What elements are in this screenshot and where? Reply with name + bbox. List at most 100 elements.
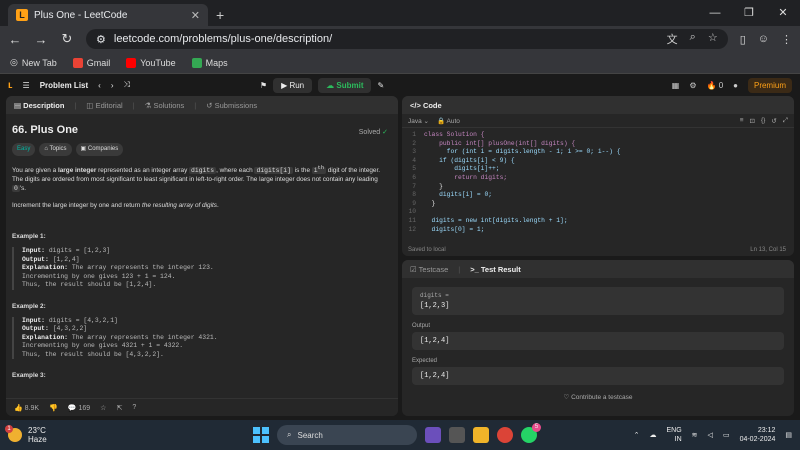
submit-button[interactable]: ☁ Submit <box>318 77 372 93</box>
value: Incrementing by one gives 4321 + 1 = 432… <box>22 342 184 350</box>
cloud-icon[interactable]: ☁ <box>650 431 657 439</box>
translate-icon[interactable]: 文 <box>667 31 678 47</box>
new-tab-icon[interactable]: + <box>216 4 224 26</box>
menu-kebab-icon[interactable]: ⋮ <box>781 33 792 46</box>
bookmark-gmail[interactable]: Gmail <box>72 57 110 68</box>
premium-button[interactable]: Premium <box>747 77 792 93</box>
value: [1,2,4] <box>48 255 80 263</box>
file-explorer-icon[interactable] <box>473 427 489 443</box>
run-button[interactable]: ▶ Run <box>273 77 313 93</box>
help-icon[interactable]: ? <box>132 404 136 411</box>
copilot-icon[interactable] <box>425 427 441 443</box>
code-line: 12 digits[0] = 1; <box>402 226 794 235</box>
back-icon[interactable]: ← <box>8 32 22 47</box>
leetcode-logo-icon[interactable]: ʟ <box>8 80 13 91</box>
label: Input: <box>22 247 46 255</box>
reset-icon[interactable]: ↺ <box>771 117 776 125</box>
tab-editorial[interactable]: ◫ Editorial <box>86 101 122 110</box>
contribute-testcase-link[interactable]: ♡ Contribute a testcase <box>412 393 784 401</box>
code-editor[interactable]: 1 class Solution { 2 public int[] plusOne… <box>402 128 794 234</box>
problem-chips: Easy ⌂ Topics ▣ Companies <box>12 143 392 156</box>
expected-value: [1,2,4] <box>412 367 784 385</box>
windows-start-icon[interactable] <box>253 427 269 443</box>
notifications-icon[interactable]: ▤ <box>785 431 792 439</box>
braces-icon[interactable]: {} <box>761 117 765 125</box>
browser-tab[interactable]: L Plus One - LeetCode ✕ <box>8 4 208 26</box>
notes-icon[interactable]: ✎ <box>377 81 384 90</box>
companies-chip[interactable]: ▣ Companies <box>75 143 124 156</box>
language-select[interactable]: Java ⌄ <box>408 117 429 125</box>
wifi-icon[interactable]: ≋ <box>692 431 698 439</box>
whatsapp-icon[interactable]: 5 <box>521 423 541 443</box>
weather-sun-icon: 1 <box>5 425 22 442</box>
bookmark-label: Maps <box>205 57 228 68</box>
format-icon[interactable]: ≡ <box>740 117 744 125</box>
close-window-icon[interactable]: ✕ <box>766 0 800 26</box>
prev-problem-icon[interactable]: ‹ <box>98 81 101 90</box>
tab-submissions[interactable]: ↺ Submissions <box>206 101 257 110</box>
bookmark-star-icon[interactable]: ☆ <box>708 31 718 47</box>
forward-icon[interactable]: → <box>34 32 48 47</box>
restore-icon[interactable]: ❐ <box>732 0 766 26</box>
line-text: for (int i = digits.length - 1; i >= 0; … <box>424 148 621 156</box>
site-info-icon[interactable]: ⚙ <box>96 33 106 46</box>
url-input[interactable]: ⚙ leetcode.com/problems/plus-one/descrip… <box>86 29 728 49</box>
clock-time: 23:12 <box>757 427 776 434</box>
language-indicator[interactable]: ENG IN <box>667 426 682 444</box>
task-view-icon[interactable] <box>449 427 465 443</box>
chrome-icon[interactable] <box>497 427 513 443</box>
minimize-icon[interactable]: — <box>698 0 732 26</box>
fullscreen-icon[interactable]: ⤢ <box>783 117 788 125</box>
bookmark-icon[interactable]: ⊡ <box>750 117 755 125</box>
tab-solutions[interactable]: ⚗ Solutions <box>145 101 185 110</box>
output-value: [1,2,4] <box>412 332 784 350</box>
code-line: 10 <box>402 208 794 217</box>
clock[interactable]: 23:12 04-02-2024 <box>740 426 776 444</box>
save-status: Saved to local <box>408 247 446 253</box>
workspace: ▤ Description | ◫ Editorial | ⚗ Solution… <box>6 96 794 416</box>
share-icon[interactable]: ⇱ <box>116 404 122 412</box>
comments-button[interactable]: 💬 169 <box>68 404 90 412</box>
tab-testcase[interactable]: ☑ Testcase <box>410 265 448 274</box>
problem-statement: You are given a large integer represente… <box>12 164 392 193</box>
value: Thus, the result should be [1,2,4]. <box>22 281 157 289</box>
chip-label: Companies <box>87 146 119 152</box>
code-toolbar: Java ⌄ 🔒 Auto ≡ ⊡ {} ↺ ⤢ <box>402 114 794 128</box>
label: Explanation: <box>22 333 69 341</box>
tray-chevron-icon[interactable]: ⌃ <box>634 431 640 439</box>
settings-icon[interactable]: ⚙ <box>689 81 696 90</box>
reload-icon[interactable]: ↻ <box>60 31 74 47</box>
autocomplete-toggle[interactable]: 🔒 Auto <box>437 117 460 125</box>
bookmark-new-tab[interactable]: ◎ New Tab <box>10 57 57 68</box>
shuffle-icon[interactable]: ⤨ <box>124 80 130 90</box>
volume-icon[interactable]: ◁ <box>708 431 713 439</box>
like-button[interactable]: 👍 8.9K <box>14 404 39 412</box>
tab-separator: | <box>194 100 197 110</box>
tab-description[interactable]: ▤ Description <box>14 101 64 110</box>
user-avatar[interactable]: ● <box>733 81 738 90</box>
run-label: Run <box>289 80 305 90</box>
bookmark-youtube[interactable]: YouTube <box>126 57 176 68</box>
taskbar-search[interactable]: ⌕ Search <box>277 425 417 445</box>
bookmark-maps[interactable]: Maps <box>191 57 228 68</box>
problem-list-link[interactable]: Problem List <box>40 81 88 90</box>
favorite-star-icon[interactable]: ☆ <box>100 404 106 412</box>
layout-icon[interactable]: ▦ <box>672 81 680 90</box>
dislike-icon[interactable]: 👎 <box>49 404 58 412</box>
expected-label: Expected <box>412 358 438 364</box>
code-tab[interactable]: </> Code <box>410 101 442 110</box>
weather-widget[interactable]: 1 23°C Haze <box>5 425 208 444</box>
topics-chip[interactable]: ⌂ Topics <box>39 143 72 156</box>
zoom-icon[interactable]: ⌕ <box>690 31 696 47</box>
line-text: digits[0] = 1; <box>424 225 485 233</box>
debug-icon[interactable]: ⚑ <box>260 81 267 90</box>
leetcode-favicon-icon: L <box>16 9 28 21</box>
side-panel-icon[interactable]: ▯ <box>740 33 746 46</box>
tab-test-result[interactable]: >_ Test Result <box>470 265 521 274</box>
battery-icon[interactable]: ▭ <box>723 431 730 439</box>
tab-close-icon[interactable]: ✕ <box>191 9 200 22</box>
next-problem-icon[interactable]: › <box>111 81 114 90</box>
profile-avatar[interactable]: ☺ <box>758 33 769 45</box>
streak-counter[interactable]: 🔥 0 <box>707 81 724 90</box>
line-number: 2 <box>412 139 416 147</box>
